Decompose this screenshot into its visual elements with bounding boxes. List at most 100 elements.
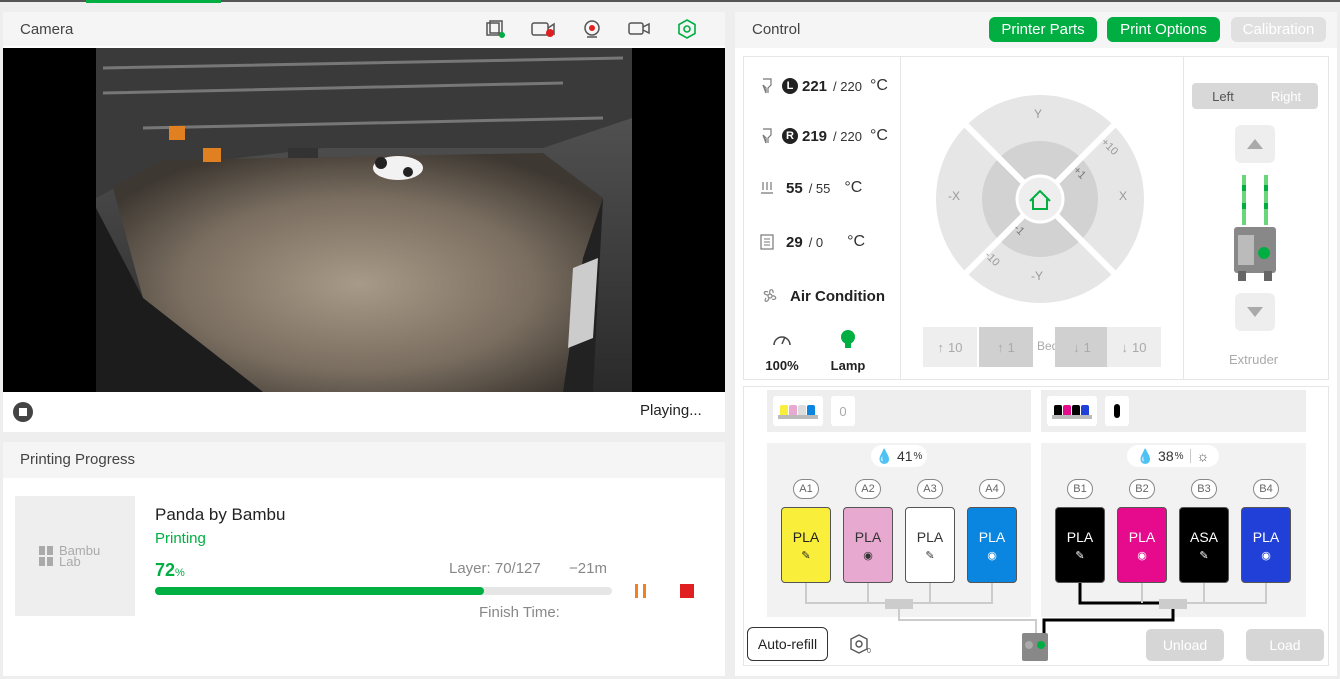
progress-title: Printing Progress (20, 451, 136, 468)
progress-percent-value: 72 (155, 560, 176, 580)
camera-feed[interactable] (3, 48, 725, 392)
progress-bar (155, 587, 612, 595)
speedometer-icon (773, 336, 791, 346)
extrude-down-button[interactable] (1235, 293, 1275, 331)
right-nozzle-current: 219 (802, 127, 828, 145)
arrow-down-icon: ↓ (1121, 339, 1129, 355)
finish-time-label: Finish Time: (479, 604, 560, 621)
triangle-up-icon (1247, 139, 1263, 149)
bed-down-1-button[interactable]: ↓ 1 (1055, 327, 1109, 367)
camera-panel: Camera Playing... (3, 12, 725, 432)
ams-feed-lines (898, 609, 1175, 661)
chamber-temp[interactable]: 29 / 0 °C (760, 233, 865, 251)
remaining-time: −21m (569, 560, 607, 577)
control-title: Control (752, 21, 801, 38)
extruder-right-tab[interactable]: Right (1256, 85, 1316, 107)
extrude-up-button[interactable] (1235, 125, 1275, 163)
video-icon[interactable] (628, 18, 650, 40)
unload-button[interactable]: Unload (1146, 629, 1224, 661)
temp-unit: °C (847, 233, 866, 250)
left-nozzle-temp[interactable]: L 221 / 220 °C (760, 77, 888, 95)
left-nozzle-target: / 220 (833, 78, 862, 94)
stop-print-button[interactable] (680, 584, 694, 598)
progress-percent: 72% (155, 560, 185, 581)
extruder-label: Extruder (1229, 352, 1279, 367)
nozzle-icon (762, 128, 772, 144)
motion-control-box: L 221 / 220 °C R 219 / 220 °C 55 / 55 °C… (743, 56, 1329, 380)
progress-panel: Printing Progress Bambu Lab Panda by Bam… (3, 442, 725, 676)
bed-up-1-button[interactable]: ↑ 1 (979, 327, 1033, 367)
jog-x-plus[interactable]: X (1119, 189, 1127, 203)
control-panel: Control Printer Parts Print Options Cali… (735, 12, 1337, 676)
bambu-logo-icon (39, 546, 53, 566)
temp-unit: °C (844, 179, 863, 196)
print-options-button[interactable]: Print Options (1107, 17, 1220, 42)
chamber-target: / 0 (808, 234, 824, 250)
right-nozzle-target: / 220 (833, 128, 862, 144)
jog-x-minus[interactable]: -X (948, 189, 960, 203)
home-button[interactable] (1015, 174, 1065, 224)
progress-percent-unit: % (175, 567, 185, 579)
timelapse-icon[interactable] (485, 18, 507, 40)
ams-settings-icon[interactable]: 0 (848, 633, 874, 655)
bed-up-1-label: 1 (1007, 339, 1015, 355)
arrow-up-icon: ↑ (937, 339, 945, 355)
stop-icon (19, 408, 27, 416)
bed-up-10-label: 10 (948, 339, 963, 355)
camera-image (96, 48, 632, 392)
bed-temp[interactable]: 55 / 55 °C (760, 179, 862, 197)
temp-unit: °C (869, 127, 888, 144)
webcam-icon[interactable] (581, 18, 603, 40)
progress-bar-fill (155, 587, 485, 595)
bed-up-10-button[interactable]: ↑ 10 (923, 327, 977, 367)
job-state: Printing (155, 530, 206, 547)
bed-down-1-label: 1 (1083, 339, 1091, 355)
camera-title: Camera (20, 21, 74, 38)
load-button[interactable]: Load (1246, 629, 1324, 661)
jog-y-minus[interactable]: -Y (1031, 269, 1043, 283)
air-condition-toggle[interactable]: Air Condition (760, 287, 885, 305)
speed-value: 100% (765, 358, 799, 373)
camera-settings-icon[interactable] (676, 18, 698, 40)
job-thumbnail: Bambu Lab (15, 496, 135, 616)
lamp-icon (841, 330, 855, 348)
lamp-toggle[interactable]: Lamp (828, 329, 868, 373)
lamp-label: Lamp (830, 358, 866, 373)
bed-down-10-button[interactable]: ↓ 10 (1107, 327, 1161, 367)
nozzle-icon (762, 78, 772, 94)
extruder-column: Left Right Extruder (1183, 57, 1329, 379)
svg-text:0: 0 (867, 648, 871, 655)
stop-stream-button[interactable] (13, 402, 33, 422)
bed-current: 55 (786, 179, 803, 197)
bed-down-10-label: 10 (1132, 339, 1147, 355)
temp-unit: °C (869, 77, 888, 94)
pause-icon-bar-right (643, 584, 646, 598)
left-nozzle-badge: L (782, 78, 798, 94)
triangle-down-icon (1247, 307, 1263, 317)
air-condition-label: Air Condition (790, 287, 885, 305)
job-name: Panda by Bambu (155, 505, 286, 524)
extruder-left-tab[interactable]: Left (1194, 85, 1252, 107)
jog-y-plus[interactable]: Y (1034, 107, 1042, 121)
auto-refill-button[interactable]: Auto-refill (747, 627, 828, 661)
camera-header: Camera (3, 12, 725, 46)
right-nozzle-temp[interactable]: R 219 / 220 °C (760, 127, 888, 145)
printer-parts-button[interactable]: Printer Parts (989, 17, 1097, 42)
pause-button[interactable] (635, 584, 651, 598)
heatbed-icon (761, 182, 773, 194)
arrow-down-icon: ↓ (1073, 339, 1080, 355)
progress-header: Printing Progress (3, 442, 725, 478)
pause-icon-bar-left (635, 584, 638, 598)
ams-box: 0 💧 41% A1 PLA ✎ A2 PLA ◉ A3 PLA ✎ A4 PLA ◉ (743, 386, 1329, 666)
record-icon[interactable] (529, 18, 559, 40)
speed-control[interactable]: 100% (762, 331, 802, 373)
active-tab-indicator (86, 0, 221, 3)
layer-info: Layer: 70/127 (449, 560, 541, 577)
right-nozzle-badge: R (782, 128, 798, 144)
extruder-icon (1234, 175, 1276, 281)
fan-icon (763, 289, 777, 302)
extruder-switch[interactable]: Left Right (1192, 83, 1318, 109)
jog-pad: Y -Y X -X +10 +1 -1 -10 (934, 93, 1146, 305)
bambu-logo: Bambu Lab (39, 544, 100, 568)
calibration-button[interactable]: Calibration (1231, 17, 1326, 42)
